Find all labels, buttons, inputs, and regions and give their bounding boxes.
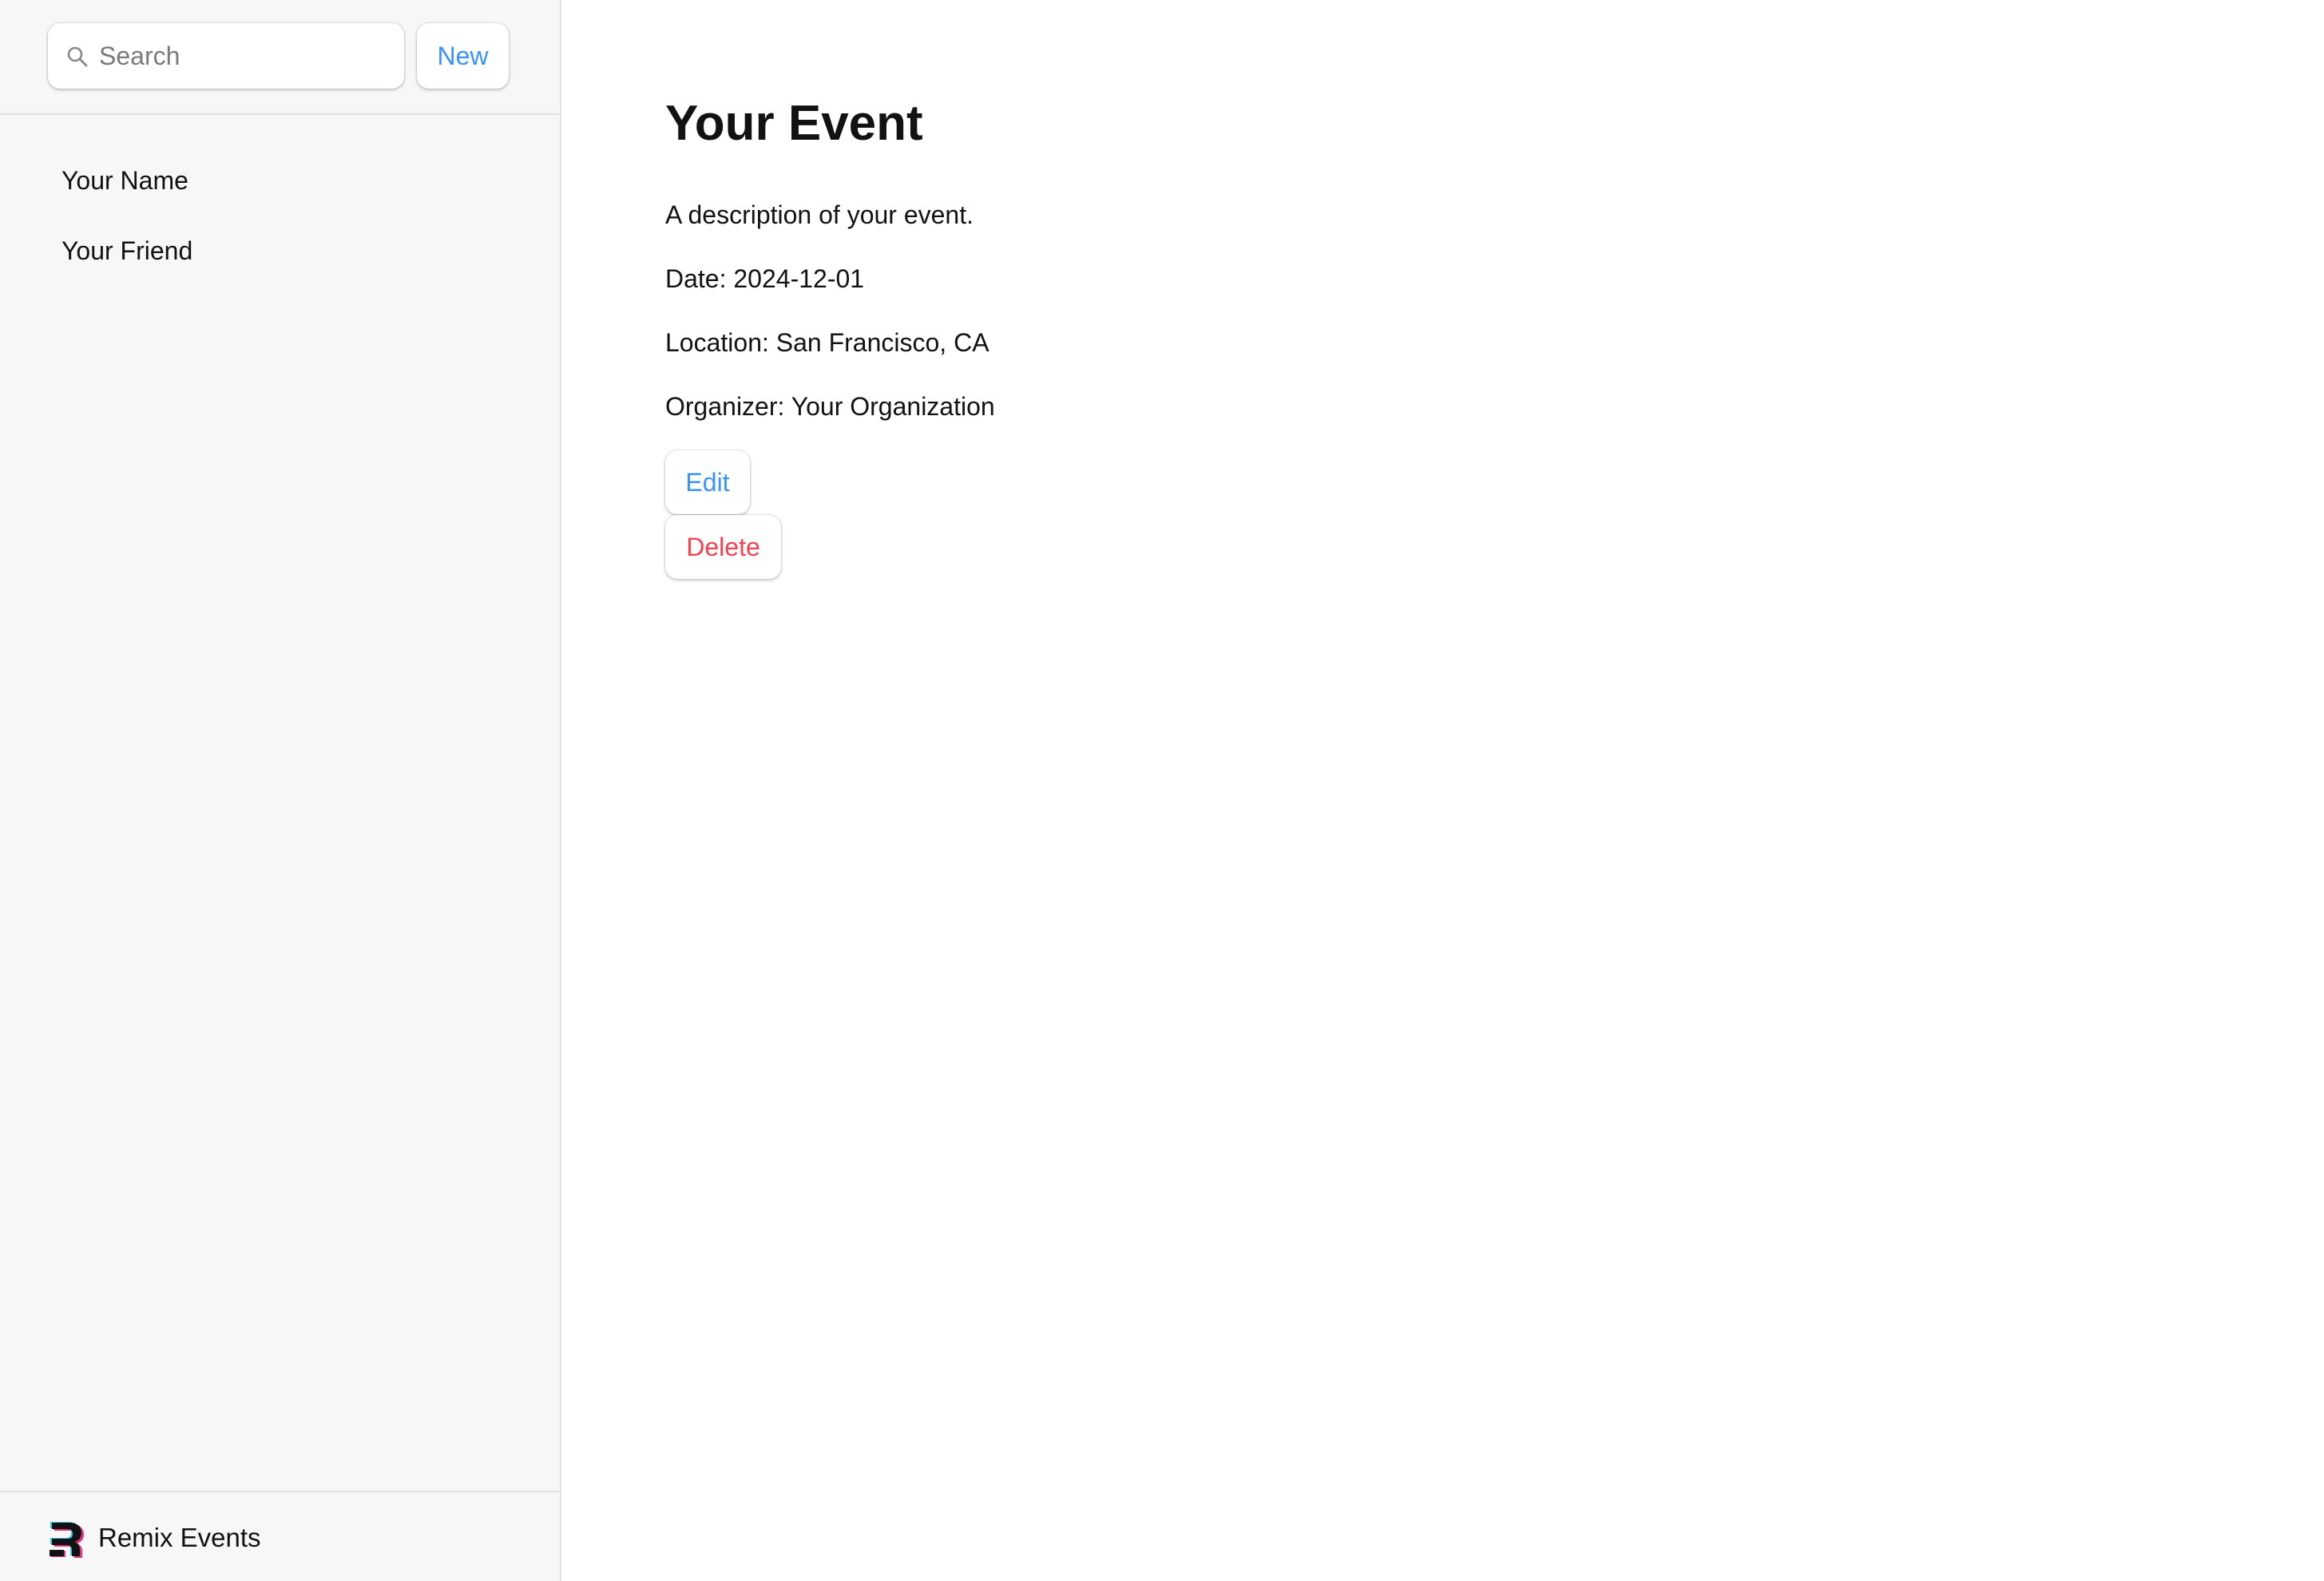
edit-button[interactable]: Edit xyxy=(665,450,750,514)
event-detail: Your Event A description of your event. … xyxy=(561,0,2324,1581)
remix-logo-icon xyxy=(48,1520,85,1559)
event-organizer: Organizer: Your Organization xyxy=(665,392,995,421)
event-location: Location: San Francisco, CA xyxy=(665,328,989,357)
sidebar-footer: Remix Events xyxy=(0,1491,560,1581)
sidebar-item-your-friend[interactable]: Your Friend xyxy=(48,222,511,292)
delete-button[interactable]: Delete xyxy=(665,515,781,579)
sidebar-item-your-name[interactable]: Your Name xyxy=(48,152,511,222)
contact-list: Your Name Your Friend xyxy=(48,152,511,292)
search-input[interactable] xyxy=(99,23,395,89)
sidebar: New Your Name Your Friend Remix Events xyxy=(0,0,561,1581)
event-description: A description of your event. xyxy=(665,200,974,229)
event-date: Date: 2024-12-01 xyxy=(665,264,865,293)
app: New Your Name Your Friend Remix Events Y… xyxy=(0,0,2324,1581)
new-button[interactable]: New xyxy=(417,23,509,89)
search-box[interactable] xyxy=(48,23,404,89)
page-title: Your Event xyxy=(665,96,923,151)
sidebar-header: New xyxy=(0,0,560,115)
brand-name: Remix Events xyxy=(98,1523,261,1552)
search-icon xyxy=(65,45,89,69)
